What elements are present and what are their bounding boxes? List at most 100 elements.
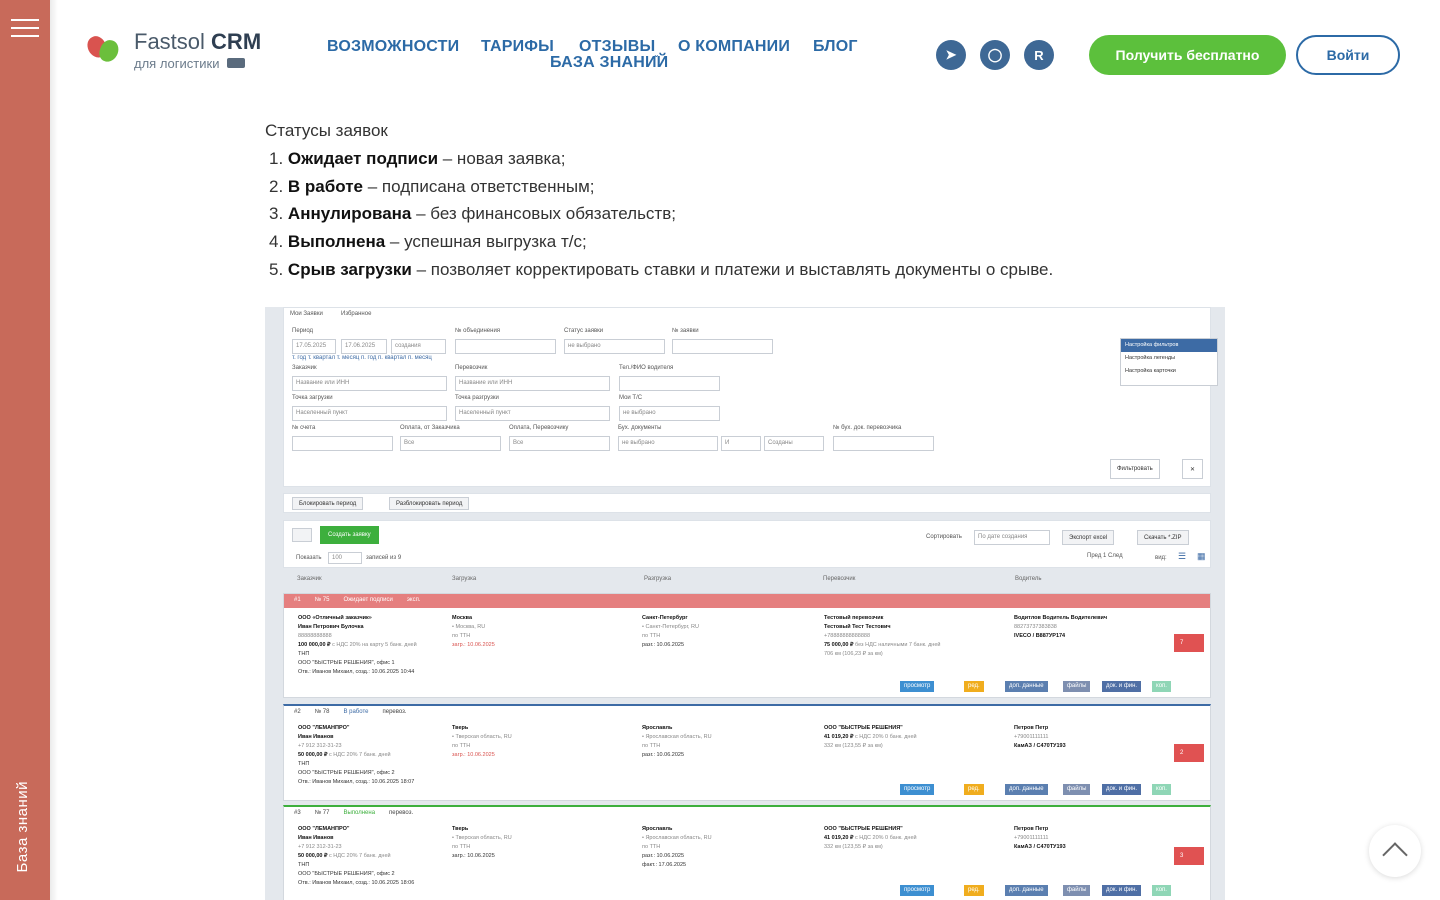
load-point-input[interactable]: Населенный пункт (292, 406, 447, 421)
date-to-input[interactable]: 17.06.2025 (341, 339, 387, 354)
show-count-select[interactable]: 100 (328, 552, 362, 564)
sidebar-label[interactable]: База знаний (14, 781, 31, 872)
sort-select[interactable]: По дате создания (974, 530, 1050, 545)
docs-fin-button[interactable]: док. и фин. (1102, 784, 1142, 795)
date-type-select[interactable]: создания (391, 339, 446, 354)
pager[interactable]: Пред 1 След (1087, 553, 1123, 559)
carrier-doc-input[interactable] (833, 436, 934, 451)
col-driver[interactable]: Водитель (1015, 576, 1042, 582)
status-select[interactable]: не выбрано (564, 339, 665, 354)
create-order-button[interactable]: Создать заявку (320, 526, 379, 544)
view-button[interactable]: просмотр (900, 885, 935, 896)
status-item: 4. Выполнена – успешная выгрузка т/с; (269, 232, 587, 252)
sort-label: Сортировать (926, 534, 962, 540)
acc-docs-op-select[interactable]: И (721, 436, 761, 451)
pay-customer-select[interactable]: Все (400, 436, 501, 451)
nav-company[interactable]: О КОМПАНИИ (678, 38, 790, 56)
messages-badge[interactable]: 2 (1174, 744, 1204, 762)
truck-icon (227, 58, 246, 68)
nav-knowledge-base[interactable]: БАЗА ЗНАНИЙ (550, 54, 668, 72)
col-customer[interactable]: Заказчик (297, 576, 322, 582)
acc-docs-label: Бух. документы (618, 425, 662, 431)
fullscreen-icon[interactable] (292, 528, 312, 542)
tab-favorites[interactable]: Избранное (341, 311, 371, 317)
clear-filter-icon[interactable]: ✕ (1182, 459, 1203, 479)
list-view-icon[interactable]: ☰ (1178, 551, 1186, 562)
order-row[interactable]: #3 № 77 Выполнена перевоз. ООО "ЛЕМАНПРО" Ив… (283, 805, 1211, 900)
extra-data-button[interactable]: доп. данные (1005, 784, 1048, 795)
edit-button[interactable]: ред. (964, 784, 984, 795)
files-button[interactable]: файлы (1063, 681, 1091, 692)
grid-view-icon[interactable]: ▦ (1197, 551, 1206, 562)
edit-button[interactable]: ред. (964, 681, 984, 692)
scroll-to-top-button[interactable] (1369, 825, 1421, 877)
carrier-input[interactable]: Название или ИНН (455, 376, 610, 391)
carrier-doc-label: № бух. док. перевозчика (833, 425, 902, 431)
edit-button[interactable]: ред. (964, 885, 984, 896)
nav-pricing[interactable]: ТАРИФЫ (481, 38, 554, 56)
logo[interactable]: Fastsol CRM для логистики (84, 30, 261, 70)
docs-fin-button[interactable]: док. и фин. (1102, 885, 1142, 896)
status-item: 1. Ожидает подписи – новая заявка; (269, 148, 566, 168)
order-row[interactable]: #2 № 78 В работе перевоз. ООО "ЛЕМАНПРО" Ива… (283, 704, 1211, 801)
pay-carrier-select[interactable]: Все (509, 436, 610, 451)
filter-button[interactable]: Фильтровать (1110, 459, 1160, 479)
messages-badge[interactable]: 3 (1174, 847, 1204, 865)
get-free-button[interactable]: Получить бесплатно (1089, 35, 1286, 75)
view-button[interactable]: просмотр (900, 784, 935, 795)
my-ts-select[interactable]: не выбрано (619, 406, 720, 421)
download-zip-button[interactable]: Скачать *.ZIP (1137, 530, 1189, 545)
login-button[interactable]: Войти (1296, 35, 1400, 75)
lock-period-button[interactable]: Блокировать период (292, 497, 364, 510)
crm-screenshot: Мои Заявки Избранное Период 17.05.2025 1… (265, 307, 1225, 900)
docs-fin-button[interactable]: док. и фин. (1102, 681, 1142, 692)
menu-icon[interactable] (11, 19, 39, 39)
quick-periods[interactable]: т. год т. квартал т. месяц п. год п. ква… (292, 355, 432, 361)
col-load[interactable]: Загрузка (452, 576, 476, 582)
files-button[interactable]: файлы (1063, 885, 1091, 896)
row-carrier: ООО "БЫСТРЫЕ РЕШЕНИЯ" 41 019,20 ₽ с НДС 2… (824, 725, 917, 749)
row-header: #2 № 78 В работе перевоз. (294, 709, 407, 715)
customer-label: Заказчик (292, 365, 317, 371)
max-icon[interactable]: ◯ (980, 40, 1010, 70)
extra-data-button[interactable]: доп. данные (1005, 681, 1048, 692)
legend-settings-item[interactable]: Настройка легенды (1121, 352, 1217, 365)
nav-features[interactable]: ВОЗМОЖНОСТИ (327, 38, 459, 56)
nav-blog[interactable]: БЛОГ (813, 38, 858, 56)
rutube-icon[interactable]: R (1024, 40, 1054, 70)
show-label: Показать (296, 555, 322, 561)
unload-point-input[interactable]: Населенный пункт (455, 406, 610, 421)
copy-button[interactable]: коп. (1152, 885, 1171, 896)
extra-data-button[interactable]: доп. данные (1005, 885, 1048, 896)
customer-input[interactable]: Название или ИНН (292, 376, 447, 391)
union-input[interactable] (455, 339, 556, 354)
invoice-label: № счета (292, 425, 316, 431)
row-driver: Петров Петр +79001111111 КамАЗ / С470ТУ193 (1014, 725, 1066, 749)
acc-docs-state-select[interactable]: Созданы (764, 436, 824, 451)
invoice-input[interactable] (292, 436, 393, 451)
unlock-period-button[interactable]: Разблокировать период (389, 497, 470, 510)
date-from-input[interactable]: 17.05.2025 (292, 339, 336, 354)
status-item: 2. В работе – подписана ответственным; (269, 176, 595, 196)
row-carrier: Тестовый перевозчик Тестовый Тест Тестови… (824, 615, 941, 657)
telegram-icon[interactable]: ➤ (936, 40, 966, 70)
driver-label: Тел./ФИО водителя (619, 365, 674, 371)
copy-button[interactable]: коп. (1152, 784, 1171, 795)
tab-my-orders[interactable]: Мои Заявки (290, 311, 323, 317)
messages-badge[interactable]: 7 (1174, 634, 1204, 652)
files-button[interactable]: файлы (1063, 784, 1091, 795)
col-unload[interactable]: Разгрузка (644, 576, 671, 582)
acc-docs-select[interactable]: не выбрано (618, 436, 718, 451)
card-settings-item[interactable]: Настройка карточки (1121, 365, 1217, 378)
row-unload: Ярославль • Ярославская область, RU по ТТН… (642, 725, 712, 758)
filter-panel: Мои Заявки Избранное Период 17.05.2025 1… (283, 307, 1218, 487)
view-button[interactable]: просмотр (900, 681, 935, 692)
copy-button[interactable]: коп. (1152, 681, 1171, 692)
export-excel-button[interactable]: Экспорт excel (1062, 530, 1115, 545)
filter-settings-item[interactable]: Настройка фильтров (1121, 339, 1217, 352)
order-row[interactable]: #1 № 75 Ожидает подписи эксп. ООО «Отличный… (283, 593, 1211, 698)
driver-input[interactable] (619, 376, 720, 391)
order-no-input[interactable] (672, 339, 773, 354)
col-carrier[interactable]: Перевозчик (823, 576, 855, 582)
settings-menu: Настройка фильтров Настройка легенды Нас… (1120, 338, 1218, 386)
